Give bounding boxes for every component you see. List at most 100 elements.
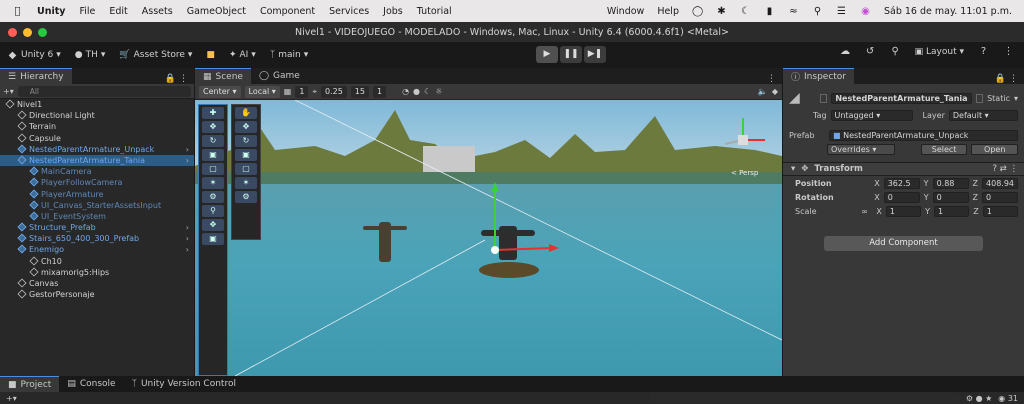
inspector-lock-icon[interactable]: 🔒 ⋮ — [989, 74, 1024, 84]
chevron-down-icon[interactable]: ▾ — [1014, 94, 1018, 103]
add-icon[interactable]: +▾ — [3, 87, 14, 96]
select-button[interactable]: Select — [920, 143, 968, 155]
pause-button[interactable]: ❚❚ — [560, 46, 582, 63]
notification-button[interactable]: ■ — [199, 50, 222, 60]
moon-icon[interactable]: ☾ — [740, 6, 751, 17]
account-button[interactable]: ● TH ▾ — [68, 50, 113, 60]
search-icon[interactable]: ⚲ — [890, 46, 901, 57]
branch-button[interactable]: ᛉ main ▾ — [263, 50, 315, 60]
hierarchy-search-input[interactable]: All — [17, 85, 191, 97]
menu-component[interactable]: Component — [260, 6, 315, 17]
active-checkbox[interactable] — [819, 93, 828, 103]
cloud-icon[interactable]: ☁ — [840, 46, 851, 57]
misc-tool-icon[interactable]: ▣ — [202, 233, 224, 245]
more-options-icon[interactable]: ⋮ — [1003, 46, 1014, 57]
rotation-y-field[interactable]: 0 — [932, 191, 969, 203]
chevron-right-icon[interactable]: › — [186, 244, 189, 255]
view-tool-icon[interactable]: ✚ — [202, 107, 224, 119]
menu-tutorial[interactable]: Tutorial — [417, 6, 452, 17]
lighting-icon[interactable]: ☾ — [424, 87, 431, 96]
layout-dropdown[interactable]: ▣ Layout ▾ — [915, 47, 964, 57]
rotation-z-field[interactable]: 0 — [982, 191, 1018, 203]
pivot-dropdown[interactable]: Center ▾ — [199, 85, 241, 98]
scale-snap-field[interactable]: 1 — [372, 85, 387, 98]
pivot-tool-icon[interactable]: ✥ — [202, 219, 224, 231]
open-button[interactable]: Open — [971, 143, 1018, 155]
battery-icon[interactable]: ▮ — [764, 6, 775, 17]
add-component-button[interactable]: Add Component — [824, 236, 983, 251]
gizmos-icon[interactable]: ◆ — [772, 87, 778, 96]
siri-icon[interactable]: ◉ — [860, 6, 871, 17]
hierarchy-row[interactable]: UI_Canvas_StarterAssetsInput — [0, 200, 194, 211]
transform-header[interactable]: ▾ ✥ Transform ? ⇄ ⋮ — [783, 162, 1024, 176]
transform-tool-icon[interactable]: ✶ — [202, 177, 224, 189]
hierarchy-row[interactable]: NestedParentArmature_Unpack › — [0, 144, 194, 155]
help-icon[interactable]: ? — [978, 46, 989, 57]
grid-size-field[interactable]: 1 — [295, 85, 309, 98]
chevron-right-icon[interactable]: › — [186, 155, 189, 166]
rect-tool-icon[interactable]: ▢ — [235, 163, 257, 175]
move-tool-icon[interactable]: ✥ — [202, 121, 224, 133]
menu-help[interactable]: Help — [657, 6, 679, 17]
hierarchy-row[interactable]: PlayerFollowCamera — [0, 177, 194, 188]
snap-increment-field[interactable]: 0.25 — [320, 85, 347, 98]
wifi-icon[interactable]: ≈ — [788, 6, 799, 17]
custom-tool-icon[interactable]: ⚙ — [202, 191, 224, 203]
rotate-tool-icon[interactable]: ↻ — [202, 135, 224, 147]
menu-jobs[interactable]: Jobs — [383, 6, 403, 17]
shading-icon[interactable]: ● — [413, 87, 420, 96]
tab-version-control[interactable]: ᛉ Unity Version Control — [124, 376, 244, 392]
chevron-right-icon[interactable]: › — [186, 222, 189, 233]
static-checkbox[interactable] — [975, 93, 984, 103]
menu-gameobject[interactable]: GameObject — [187, 6, 246, 17]
unity-status-icon[interactable]: ◯ — [692, 6, 703, 17]
tab-game[interactable]: ◯ Game — [251, 68, 308, 84]
position-y-field[interactable]: 0.88 — [932, 177, 969, 189]
hierarchy-row[interactable]: mixamorig5:Hips — [0, 267, 194, 278]
link-icon[interactable]: ∞ — [861, 207, 872, 216]
custom-tool-icon[interactable]: ⚙ — [235, 191, 257, 203]
move-tool-icon[interactable]: ✥ — [235, 121, 257, 133]
rect-tool-icon[interactable]: ▢ — [202, 163, 224, 175]
hierarchy-row[interactable]: NestedParentArmature_Tania › — [0, 154, 194, 167]
hierarchy-row[interactable]: Canvas — [0, 278, 194, 289]
chevron-right-icon[interactable]: › — [186, 233, 189, 244]
add-icon[interactable]: +▾ — [6, 394, 17, 403]
scale-tool-icon[interactable]: ▣ — [235, 149, 257, 161]
step-button[interactable]: ▶❚ — [584, 46, 606, 63]
filter-icon[interactable]: ⚙ ● ★ — [966, 394, 992, 403]
hierarchy-row[interactable]: Directional Light — [0, 110, 194, 121]
hierarchy-row[interactable]: Stairs_650_400_300_Prefab › — [0, 233, 194, 244]
clock[interactable]: Sáb 16 de may. 11:01 p.m. — [884, 6, 1012, 17]
hierarchy-row[interactable]: PlayerArmature — [0, 188, 194, 200]
asset-store-button[interactable]: 🛒 Asset Store ▾ — [112, 50, 199, 60]
hierarchy-row[interactable]: Structure_Prefab › — [0, 222, 194, 233]
search-icon[interactable]: ⚲ — [812, 6, 823, 17]
overrides-dropdown[interactable]: Overrides ▾ — [827, 143, 895, 155]
hierarchy-row[interactable]: Capsule — [0, 133, 194, 144]
tab-project[interactable]: ■ Project — [0, 376, 60, 392]
hierarchy-row[interactable]: Terrain — [0, 121, 194, 132]
transform-tool-icon[interactable]: ✶ — [235, 177, 257, 189]
ai-button[interactable]: ✦ AI ▾ — [222, 50, 263, 60]
rotate-snap-field[interactable]: 15 — [350, 85, 369, 98]
menu-file[interactable]: File — [79, 6, 95, 17]
project-search-input[interactable] — [649, 393, 960, 403]
hierarchy-row[interactable]: Enemigo › — [0, 244, 194, 255]
control-center-icon[interactable]: ☰ — [836, 6, 847, 17]
close-window-button[interactable] — [8, 28, 17, 37]
transform-menu-icon[interactable]: ? ⇄ ⋮ — [992, 164, 1024, 174]
tab-console[interactable]: ▤ Console — [59, 376, 123, 392]
app-menu[interactable]: Unity — [37, 6, 65, 17]
snap-icon[interactable]: ⌖ — [312, 87, 317, 97]
scene-more-icon[interactable]: ⋮ — [761, 74, 782, 84]
hierarchy-row[interactable]: UI_EventSystem — [0, 211, 194, 222]
menu-edit[interactable]: Edit — [109, 6, 127, 17]
hand-tool-icon[interactable]: ✋ — [235, 107, 257, 119]
effects-icon[interactable]: ☼ — [435, 87, 442, 96]
prefab-field[interactable]: ■ NestedParentArmature_Unpack — [829, 129, 1018, 141]
unity-menu-button[interactable]: ◆ Unity 6 ▾ — [0, 50, 68, 61]
scale-z-field[interactable]: 1 — [982, 205, 1018, 217]
history-icon[interactable]: ↺ — [865, 46, 876, 57]
space-dropdown[interactable]: Local ▾ — [244, 85, 280, 98]
